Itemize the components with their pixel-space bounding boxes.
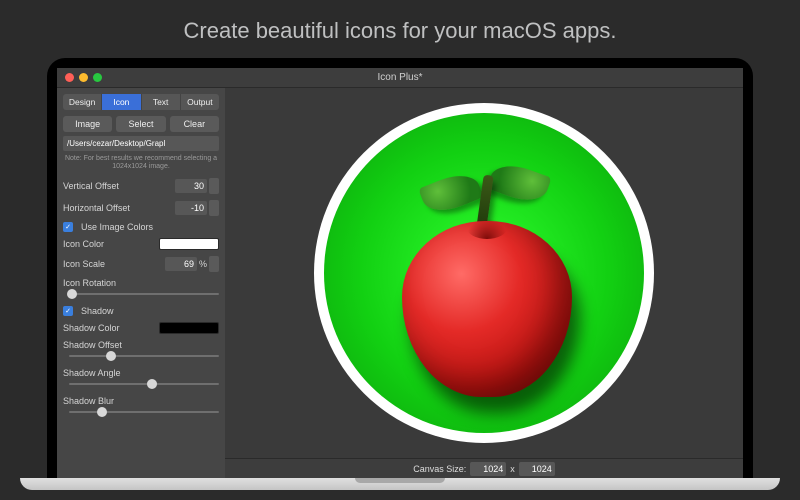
- horizontal-offset-input[interactable]: -10: [175, 201, 207, 215]
- use-image-colors-label: Use Image Colors: [81, 222, 153, 232]
- shadow-offset-label: Shadow Offset: [63, 340, 122, 350]
- laptop-base: [20, 478, 780, 490]
- percent-label: %: [199, 259, 207, 269]
- shadow-offset-slider[interactable]: [69, 350, 219, 362]
- status-bar: Canvas Size: 1024 x 1024: [225, 458, 743, 478]
- image-label-button: Image: [63, 116, 112, 132]
- canvas-size-label: Canvas Size:: [413, 464, 466, 474]
- apple-icon: [402, 221, 572, 397]
- icon-preview: [314, 103, 654, 443]
- canvas-width-input[interactable]: 1024: [470, 462, 506, 476]
- headline: Create beautiful icons for your macOS ap…: [0, 0, 800, 44]
- horizontal-offset-stepper[interactable]: [209, 200, 219, 216]
- screen-bezel: Icon Plus* Design Icon Text Output Image…: [47, 58, 753, 478]
- clear-image-button[interactable]: Clear: [170, 116, 219, 132]
- icon-scale-input[interactable]: 69: [165, 257, 197, 271]
- canvas-height-input[interactable]: 1024: [519, 462, 555, 476]
- shadow-angle-slider[interactable]: [69, 378, 219, 390]
- shadow-label: Shadow: [81, 306, 114, 316]
- tab-design[interactable]: Design: [63, 94, 102, 110]
- tab-output[interactable]: Output: [181, 94, 219, 110]
- x-label: x: [510, 464, 515, 474]
- icon-rotation-slider[interactable]: [69, 288, 219, 300]
- tab-bar: Design Icon Text Output: [63, 94, 219, 110]
- image-note: Note: For best results we recommend sele…: [63, 155, 219, 172]
- horizontal-offset-label: Horizontal Offset: [63, 203, 130, 213]
- image-path-field[interactable]: /Users/cezar/Desktop/Grapl: [63, 136, 219, 151]
- select-image-button[interactable]: Select: [116, 116, 165, 132]
- icon-color-swatch[interactable]: [159, 238, 219, 250]
- vertical-offset-stepper[interactable]: [209, 178, 219, 194]
- window-title: Icon Plus*: [57, 72, 743, 83]
- use-image-colors-checkbox[interactable]: ✓: [63, 222, 73, 232]
- shadow-color-swatch[interactable]: [159, 322, 219, 334]
- canvas-viewport[interactable]: [225, 88, 743, 458]
- titlebar: Icon Plus*: [57, 68, 743, 88]
- vertical-offset-label: Vertical Offset: [63, 181, 119, 191]
- shadow-blur-slider[interactable]: [69, 406, 219, 418]
- icon-scale-label: Icon Scale: [63, 259, 105, 269]
- icon-color-label: Icon Color: [63, 239, 104, 249]
- shadow-angle-label: Shadow Angle: [63, 368, 121, 378]
- inspector-sidebar: Design Icon Text Output Image Select Cle…: [57, 88, 225, 478]
- vertical-offset-input[interactable]: 30: [175, 179, 207, 193]
- icon-scale-stepper[interactable]: [209, 256, 219, 272]
- app-window: Icon Plus* Design Icon Text Output Image…: [57, 68, 743, 478]
- tab-text[interactable]: Text: [142, 94, 181, 110]
- shadow-color-label: Shadow Color: [63, 323, 120, 333]
- shadow-checkbox[interactable]: ✓: [63, 306, 73, 316]
- laptop-mockup: Icon Plus* Design Icon Text Output Image…: [47, 58, 753, 490]
- icon-rotation-label: Icon Rotation: [63, 278, 116, 288]
- shadow-blur-label: Shadow Blur: [63, 396, 114, 406]
- tab-icon[interactable]: Icon: [102, 94, 141, 110]
